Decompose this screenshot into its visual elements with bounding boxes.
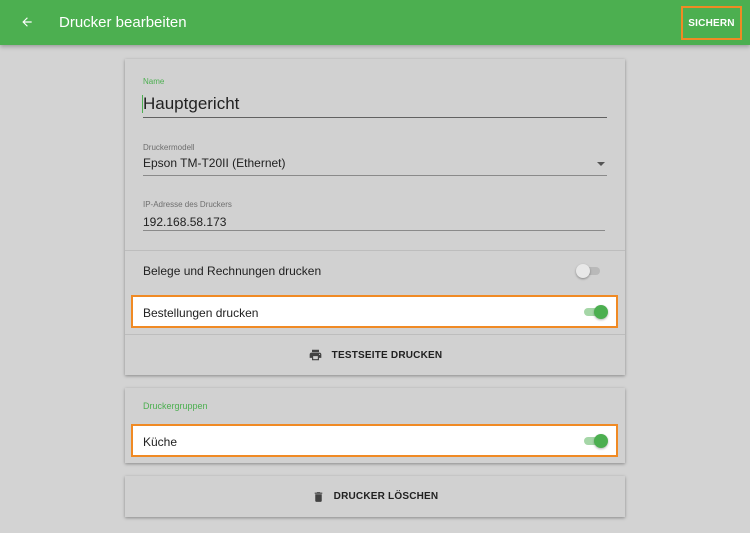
printer-model-select[interactable]: Epson TM-T20II (Ethernet): [143, 155, 607, 173]
arrow-back-icon: [22, 17, 32, 27]
ip-input-value: 192.168.58.173: [143, 215, 227, 229]
groups-section-title: Druckergruppen: [143, 401, 208, 411]
name-underline: [143, 117, 607, 118]
delete-printer-card: DRUCKER LÖSCHEN: [125, 476, 625, 517]
test-page-label: TESTSEITE DRUCKEN: [331, 349, 443, 361]
model-select-value: Epson TM-T20II (Ethernet): [143, 156, 286, 170]
model-underline: [143, 175, 607, 176]
ip-field-label: IP-Adresse des Druckers: [143, 200, 232, 209]
model-field-label: Druckermodell: [143, 143, 195, 152]
receipts-switch[interactable]: [576, 263, 602, 279]
switch-thumb: [594, 434, 608, 448]
printer-groups-card: Druckergruppen Küche: [125, 388, 625, 463]
test-page-button[interactable]: TESTSEITE DRUCKEN: [125, 335, 625, 375]
trash-icon: [312, 490, 325, 504]
receipts-toggle-label: Belege und Rechnungen drucken: [143, 264, 322, 278]
orders-toggle-row: Bestellungen drucken: [131, 295, 618, 328]
orders-toggle-label: Bestellungen drucken: [143, 306, 259, 320]
divider: [125, 250, 625, 251]
group-toggle-label: Küche: [143, 435, 178, 449]
receipts-toggle-row: Belege und Rechnungen drucken: [125, 252, 625, 290]
printer-settings-card: Name Hauptgericht Druckermodell Epson TM…: [125, 59, 625, 375]
app-bar: Drucker bearbeiten SICHERN: [0, 0, 750, 45]
back-button[interactable]: [14, 9, 40, 35]
group-toggle-row: Küche: [131, 424, 618, 457]
delete-printer-label: DRUCKER LÖSCHEN: [333, 491, 439, 502]
name-input-value: Hauptgericht: [143, 94, 240, 113]
dropdown-arrow-icon: [597, 162, 605, 166]
group-kitchen-switch[interactable]: [582, 433, 608, 449]
save-button[interactable]: SICHERN: [681, 6, 742, 40]
name-input[interactable]: Hauptgericht: [142, 92, 607, 116]
switch-thumb: [576, 264, 590, 278]
ip-underline: [143, 230, 605, 231]
delete-printer-button[interactable]: DRUCKER LÖSCHEN: [125, 476, 625, 517]
page-title: Drucker bearbeiten: [59, 14, 187, 31]
name-field-label: Name: [143, 77, 165, 86]
orders-switch[interactable]: [582, 304, 608, 320]
switch-thumb: [594, 305, 608, 319]
printer-icon: [308, 348, 323, 362]
